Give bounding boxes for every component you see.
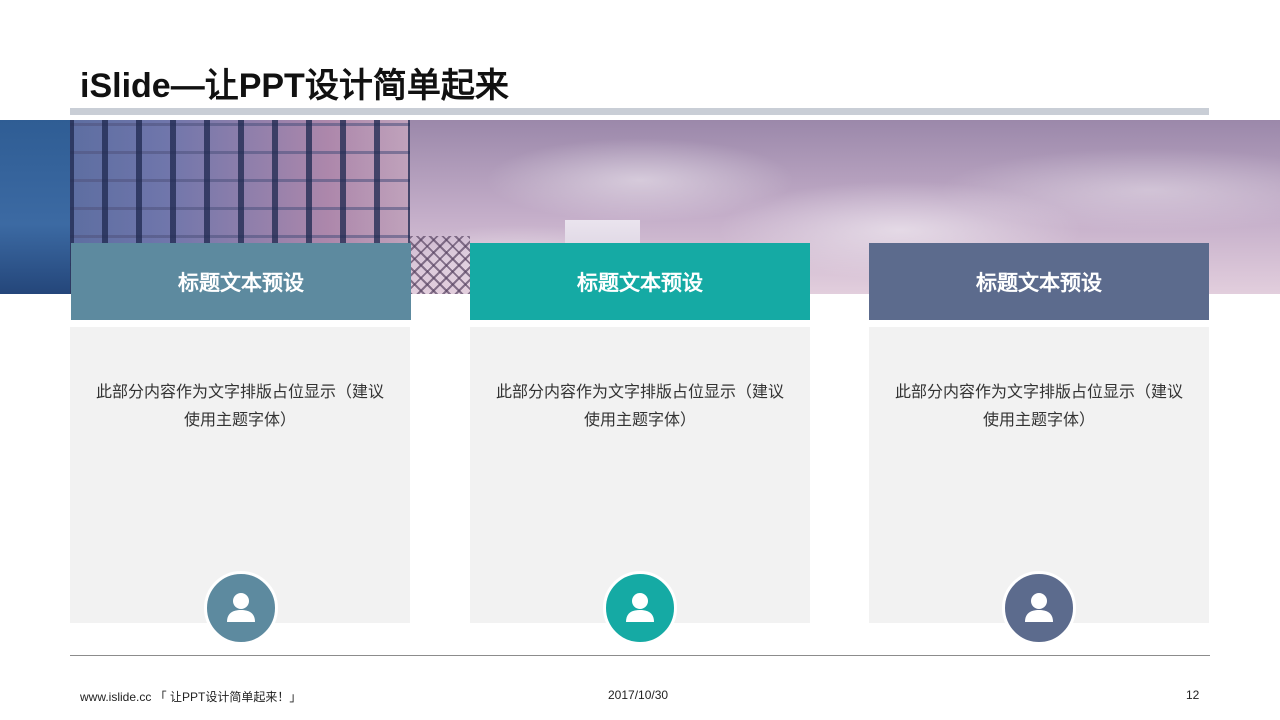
card-3-title: 标题文本预设: [976, 271, 1102, 295]
card-2-header: 标题文本预设: [470, 243, 810, 320]
footer-divider: [70, 655, 1210, 656]
card-1-avatar: [204, 571, 278, 645]
card-1-title: 标题文本预设: [178, 271, 304, 295]
slide: iSlide—让PPT设计简单起来 标题文本预设 此部分内容作为文字排版占位显示…: [0, 0, 1280, 720]
user-icon: [227, 593, 255, 622]
slide-title: iSlide—让PPT设计简单起来: [80, 67, 509, 105]
card-1-text: 此部分内容作为文字排版占位显示（建议使用主题字体）: [95, 384, 384, 429]
user-icon: [626, 593, 654, 622]
banner-glass-edge: [0, 120, 70, 294]
page-number: 12: [1186, 688, 1200, 702]
footer-date: 2017/10/30: [608, 688, 669, 702]
footer-website: www.islide.cc 「 让PPT设计简单起来！」: [80, 690, 302, 704]
user-icon: [1025, 593, 1053, 622]
card-2-title: 标题文本预设: [577, 271, 703, 295]
card-2-avatar: [603, 571, 677, 645]
card-1-header: 标题文本预设: [71, 243, 411, 320]
title-underline-bar: [70, 108, 1209, 115]
banner-lattice-structure: [410, 236, 470, 294]
card-3-text: 此部分内容作为文字排版占位显示（建议使用主题字体）: [894, 384, 1183, 429]
card-3-header: 标题文本预设: [869, 243, 1209, 320]
card-3-avatar: [1002, 571, 1076, 645]
card-2-text: 此部分内容作为文字排版占位显示（建议使用主题字体）: [495, 384, 784, 429]
